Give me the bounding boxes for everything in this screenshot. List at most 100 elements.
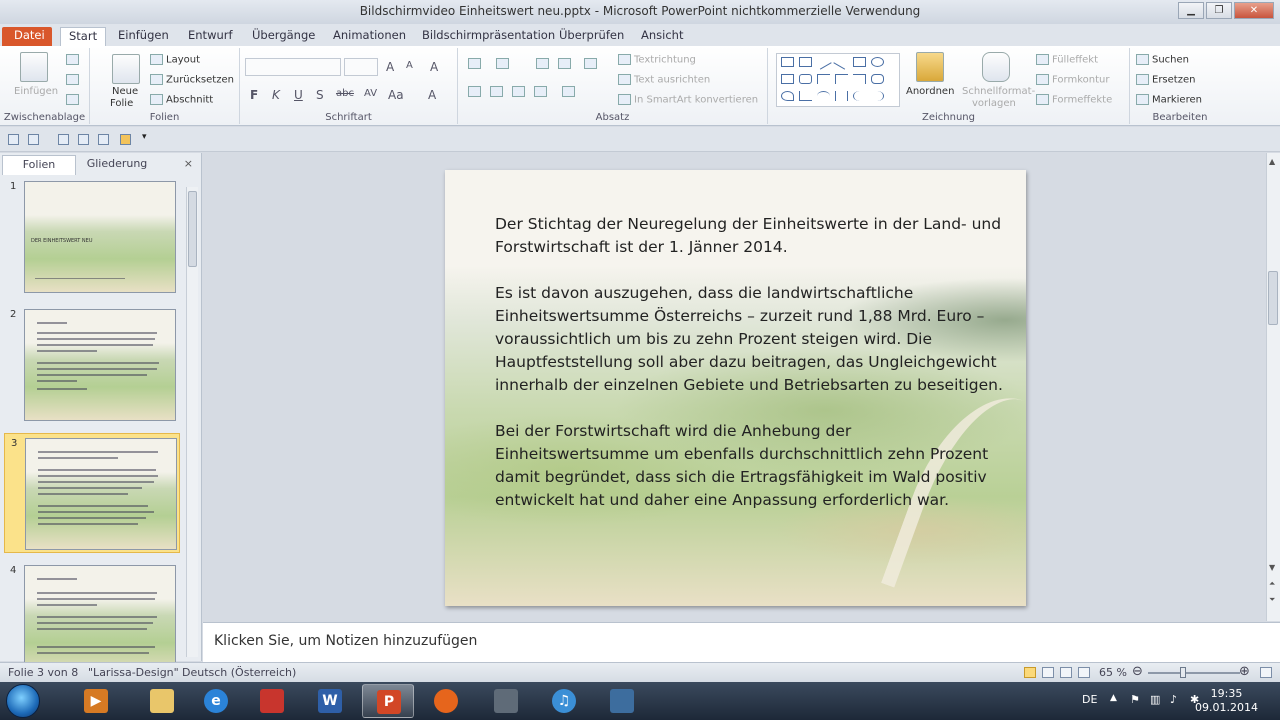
- tab-slideshow[interactable]: Bildschirmpräsentation: [422, 27, 555, 46]
- minimize-button[interactable]: ▁: [1178, 2, 1204, 19]
- shape-fill-button[interactable]: Fülleffekt: [1036, 54, 1098, 66]
- action-center-icon[interactable]: ⚑: [1130, 693, 1140, 706]
- maximize-button[interactable]: ❐: [1206, 2, 1232, 19]
- canvas-scroll-thumb[interactable]: [1268, 271, 1278, 325]
- arrange-button[interactable]: Anordnen: [906, 86, 954, 97]
- format-painter-button[interactable]: [66, 94, 82, 106]
- slide-thumbnail-1[interactable]: 1 DER EINHEITSWERT NEU: [4, 177, 180, 297]
- new-slide-button[interactable]: Neue: [112, 86, 138, 97]
- zoom-out-icon[interactable]: ⊖: [1132, 664, 1143, 679]
- tab-transitions[interactable]: Übergänge: [252, 27, 315, 46]
- font-color-button[interactable]: A: [428, 88, 436, 102]
- slideshow-start-icon[interactable]: [78, 134, 89, 145]
- notes-pane[interactable]: Klicken Sie, um Notizen hinzuzufügen: [203, 622, 1280, 662]
- scroll-down-icon[interactable]: ▼: [1269, 563, 1275, 572]
- zoom-in-icon[interactable]: ⊕: [1239, 664, 1250, 679]
- network-tray-icon[interactable]: ▥: [1150, 693, 1160, 706]
- line-spacing-button[interactable]: [584, 58, 600, 70]
- char-spacing-button[interactable]: AV: [364, 88, 377, 99]
- slideshow-view-icon[interactable]: [1078, 667, 1090, 678]
- undo-icon[interactable]: [28, 134, 39, 145]
- quick-styles-button[interactable]: Schnellformat-: [962, 86, 1035, 97]
- align-left-button[interactable]: [468, 86, 484, 98]
- justify-button[interactable]: [534, 86, 550, 98]
- text-direction-button[interactable]: Textrichtung: [618, 54, 696, 66]
- increase-indent-button[interactable]: [558, 58, 574, 70]
- align-right-button[interactable]: [512, 86, 528, 98]
- language-status[interactable]: Deutsch (Österreich): [182, 666, 296, 679]
- smartart-button[interactable]: In SmartArt konvertieren: [618, 94, 758, 106]
- shape-effects-button[interactable]: Formeffekte: [1036, 94, 1112, 106]
- grow-font-button[interactable]: A: [386, 60, 394, 74]
- panel-scroll-thumb[interactable]: [188, 191, 197, 267]
- redo-icon[interactable]: [58, 134, 69, 145]
- zoom-slider[interactable]: [1148, 672, 1240, 674]
- tab-insert[interactable]: Einfügen: [118, 27, 169, 46]
- theme-name[interactable]: "Larissa-Design": [88, 666, 179, 679]
- clear-format-button[interactable]: A: [430, 60, 438, 74]
- panel-close-icon[interactable]: ×: [184, 157, 193, 170]
- slide-thumbnail-3[interactable]: 3: [4, 433, 180, 553]
- clock[interactable]: 19:35 09.01.2014: [1195, 687, 1258, 715]
- columns-button[interactable]: [562, 86, 578, 98]
- shrink-font-button[interactable]: A: [406, 60, 413, 71]
- slide-thumbnail-2[interactable]: 2: [4, 305, 180, 425]
- align-center-button[interactable]: [490, 86, 506, 98]
- underline-button[interactable]: U: [294, 88, 303, 102]
- shape-outline-button[interactable]: Formkontur: [1036, 74, 1109, 86]
- taskbar-picture-viewer[interactable]: [596, 684, 648, 718]
- numbering-button[interactable]: [496, 58, 512, 70]
- paste-button[interactable]: Einfügen: [14, 86, 58, 97]
- taskbar-explorer[interactable]: [136, 684, 188, 718]
- italic-button[interactable]: K: [272, 88, 280, 102]
- tab-design[interactable]: Entwurf: [188, 27, 233, 46]
- tab-review[interactable]: Überprüfen: [559, 27, 624, 46]
- prev-slide-icon[interactable]: ⏶: [1269, 579, 1275, 589]
- open-folder-icon[interactable]: [120, 134, 131, 145]
- taskbar-app-red[interactable]: [246, 684, 298, 718]
- reading-view-icon[interactable]: [1060, 667, 1072, 678]
- zoom-slider-knob[interactable]: [1179, 667, 1186, 678]
- section-button[interactable]: Abschnitt: [150, 94, 213, 106]
- taskbar-media-player[interactable]: ▶: [70, 684, 122, 718]
- volume-icon[interactable]: ♪: [1170, 693, 1177, 706]
- shadow-button[interactable]: S: [316, 88, 324, 102]
- decrease-indent-button[interactable]: [536, 58, 552, 70]
- taskbar-network[interactable]: [480, 684, 532, 718]
- save-icon[interactable]: [8, 134, 19, 145]
- next-slide-icon[interactable]: ⏷: [1269, 595, 1275, 605]
- customize-qat-icon[interactable]: ▾: [142, 132, 153, 143]
- reset-button[interactable]: Zurücksetzen: [150, 74, 234, 86]
- fit-to-window-icon[interactable]: [1260, 667, 1272, 678]
- bold-button[interactable]: F: [250, 88, 258, 102]
- taskbar-internet-explorer[interactable]: e: [190, 684, 242, 718]
- cut-button[interactable]: [66, 54, 82, 66]
- normal-view-icon[interactable]: [1024, 667, 1036, 678]
- slide-sorter-icon[interactable]: [1042, 667, 1054, 678]
- find-button[interactable]: Suchen: [1136, 54, 1189, 66]
- font-size-combo[interactable]: [344, 58, 378, 76]
- close-button[interactable]: ✕: [1234, 2, 1274, 19]
- slide[interactable]: Der Stichtag der Neuregelung der Einheit…: [445, 170, 1026, 606]
- bullets-button[interactable]: [468, 58, 484, 70]
- align-text-button[interactable]: Text ausrichten: [618, 74, 710, 86]
- layout-button[interactable]: Layout: [150, 54, 200, 66]
- shapes-gallery[interactable]: [776, 53, 900, 107]
- font-name-combo[interactable]: [245, 58, 341, 76]
- input-language[interactable]: DE: [1082, 693, 1097, 706]
- taskbar-powerpoint[interactable]: P: [362, 684, 414, 718]
- taskbar-itunes[interactable]: ♫: [538, 684, 590, 718]
- zoom-level[interactable]: 65 %: [1099, 666, 1127, 679]
- panel-scrollbar[interactable]: [186, 187, 198, 657]
- start-button[interactable]: [6, 684, 40, 718]
- copy-button[interactable]: [66, 74, 82, 86]
- panel-tab-slides[interactable]: Folien: [2, 155, 76, 175]
- tab-file[interactable]: Datei: [2, 27, 52, 46]
- taskbar-word[interactable]: W: [304, 684, 356, 718]
- print-preview-icon[interactable]: [98, 134, 109, 145]
- slide-text-box[interactable]: Der Stichtag der Neuregelung der Einheit…: [495, 213, 1005, 535]
- tab-animations[interactable]: Animationen: [333, 27, 406, 46]
- select-button[interactable]: Markieren: [1136, 94, 1202, 106]
- tab-view[interactable]: Ansicht: [641, 27, 683, 46]
- canvas-scrollbar[interactable]: ▲ ▼ ⏶ ⏷: [1266, 153, 1280, 621]
